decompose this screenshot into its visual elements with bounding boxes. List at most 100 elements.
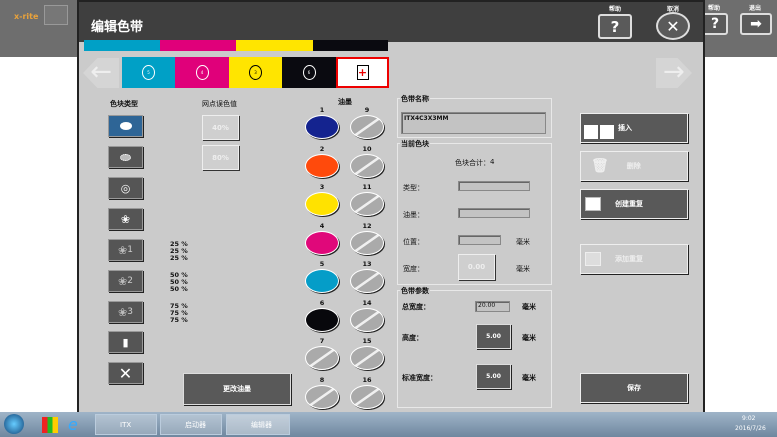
add-repeat-button[interactable]: 添加重复 xyxy=(580,244,688,274)
app-help-label: 帮助 xyxy=(707,5,720,12)
gray-percent-list: 75 % 75 % 75 % xyxy=(170,303,188,324)
save-button[interactable]: 保存 xyxy=(580,373,688,403)
ink-4-swatch[interactable] xyxy=(305,230,339,255)
ink-number: 12 xyxy=(362,221,372,230)
change-ink-button[interactable]: 更改油墨 xyxy=(183,373,291,405)
ink-16-swatch[interactable] xyxy=(350,384,384,409)
ink-number: 13 xyxy=(362,260,372,268)
total-width-label: 总宽度： xyxy=(402,303,430,311)
add-patch-button[interactable]: + xyxy=(336,57,389,88)
three-circles-icon: ❀ xyxy=(120,212,131,226)
patch-3[interactable]: 3 xyxy=(229,57,282,88)
gray-percent: 50 % xyxy=(170,285,188,293)
ink-8-swatch[interactable] xyxy=(305,384,339,409)
app-exit-button[interactable]: ➡ xyxy=(740,13,772,35)
type-overprint-button[interactable]: ◎ xyxy=(108,177,143,199)
patch-count-value: 4 xyxy=(490,158,495,166)
level-sub: 1 xyxy=(127,245,133,255)
type-label: 类型： xyxy=(403,184,424,192)
colorbar-segment xyxy=(236,40,313,51)
task-launcher[interactable]: 启动器 xyxy=(160,414,222,435)
ink-2-swatch[interactable] xyxy=(305,153,339,178)
delete-button[interactable]: 🗑 删除 xyxy=(580,151,688,181)
type-field xyxy=(458,181,530,191)
name-legend: 色带名称 xyxy=(400,94,430,104)
ink-15-swatch[interactable] xyxy=(350,346,384,370)
xrite-logo: x-rite xyxy=(14,12,39,21)
type-paper-button[interactable]: ▮ xyxy=(108,331,143,353)
patch-ring: 5 xyxy=(142,65,155,80)
ink-14-swatch[interactable] xyxy=(350,307,384,332)
ink-number: 3 xyxy=(319,183,325,191)
ink-13-swatch[interactable] xyxy=(350,269,384,293)
type-gray-1-button[interactable]: ❀ 1 xyxy=(108,239,143,261)
std-width-value-button[interactable]: 5.00 xyxy=(476,364,511,389)
chart-app-icon[interactable] xyxy=(42,417,58,433)
type-gray-3-button[interactable]: ❀ 3 xyxy=(108,301,143,323)
position-label: 位置： xyxy=(403,238,424,246)
gray-percent: 25 % xyxy=(170,254,188,262)
ink-1-swatch[interactable] xyxy=(305,115,339,139)
help-label: 帮助 xyxy=(608,6,621,13)
dialog-title: 编辑色带 xyxy=(91,20,144,35)
position-field[interactable] xyxy=(458,235,501,245)
clock-date[interactable]: 2016/7/26 xyxy=(735,425,766,432)
ink-number: 14 xyxy=(362,298,372,307)
type-solid-button[interactable] xyxy=(108,115,143,137)
level-sub: 2 xyxy=(127,276,133,286)
patch-4[interactable]: 4 xyxy=(175,57,229,88)
ink-number: 7 xyxy=(319,337,325,345)
clock-time[interactable]: 9:02 xyxy=(742,415,755,422)
width-value-button[interactable]: 0.00 xyxy=(458,254,495,280)
height-value-button[interactable]: 5.00 xyxy=(476,324,511,349)
patch-ring: 4 xyxy=(195,65,209,80)
plus-icon: + xyxy=(356,65,369,80)
params-legend: 色带参数 xyxy=(400,286,430,296)
create-repeat-button[interactable]: 创建重复 xyxy=(580,189,688,219)
ink-6-swatch[interactable] xyxy=(305,307,339,332)
type-gray-2-button[interactable]: ❀ 2 xyxy=(108,270,143,292)
type-tint-button[interactable] xyxy=(108,146,143,168)
solid-oval-icon xyxy=(119,122,132,130)
start-button[interactable] xyxy=(4,414,24,434)
colorbar-segment xyxy=(160,40,236,51)
ink-9-swatch[interactable] xyxy=(350,115,384,139)
type-none-button[interactable]: ✕ xyxy=(108,362,143,384)
ink-12-swatch[interactable] xyxy=(350,230,384,255)
gray-percent: 75 % xyxy=(170,316,188,324)
app-help-button[interactable]: ? xyxy=(702,13,728,35)
task-itx[interactable]: ITX xyxy=(95,414,157,435)
patch-ring: 6 xyxy=(302,65,316,80)
ink-3-swatch[interactable] xyxy=(305,192,339,216)
tint-80-button[interactable]: 80% xyxy=(202,145,239,170)
total-width-field: 20.00 xyxy=(475,301,510,312)
patch-5[interactable]: 5 xyxy=(122,57,175,88)
ink-11-swatch[interactable] xyxy=(350,192,384,216)
ink-number: 4 xyxy=(319,221,325,230)
colorbar-name-input[interactable]: ITX4C3X3MM xyxy=(401,112,546,134)
level-sub: 3 xyxy=(127,307,133,317)
insert-icon xyxy=(584,125,614,139)
ink-10-swatch[interactable] xyxy=(350,153,384,178)
ink-field xyxy=(458,208,530,218)
std-width-label: 标准宽度： xyxy=(402,374,437,382)
patch-6[interactable]: 6 xyxy=(282,57,336,88)
ink-7-swatch[interactable] xyxy=(305,346,339,370)
ink-number: 10 xyxy=(362,144,372,153)
help-button[interactable]: ? xyxy=(598,14,632,39)
task-editor[interactable]: 编辑器 xyxy=(226,414,290,435)
three-circles-icon: ❀ xyxy=(118,305,128,319)
current-legend: 当前色块 xyxy=(400,139,430,149)
ink-number: 6 xyxy=(319,298,325,307)
dialog-header: 编辑色带 帮助 ? 取消 ✕ xyxy=(79,2,703,42)
ink-5-swatch[interactable] xyxy=(305,269,339,293)
tint-40-button[interactable]: 40% xyxy=(202,115,239,140)
overlap-icon: ◎ xyxy=(120,181,131,195)
type-gray-balance-button[interactable]: ❀ xyxy=(108,208,143,230)
ie-icon[interactable]: e xyxy=(68,415,78,434)
cancel-button[interactable]: ✕ xyxy=(656,12,690,40)
three-circles-icon: ❀ xyxy=(118,243,128,257)
insert-button[interactable]: 插入 xyxy=(580,113,688,143)
colorbar-segment xyxy=(313,40,388,51)
ink-number: 2 xyxy=(319,144,325,153)
